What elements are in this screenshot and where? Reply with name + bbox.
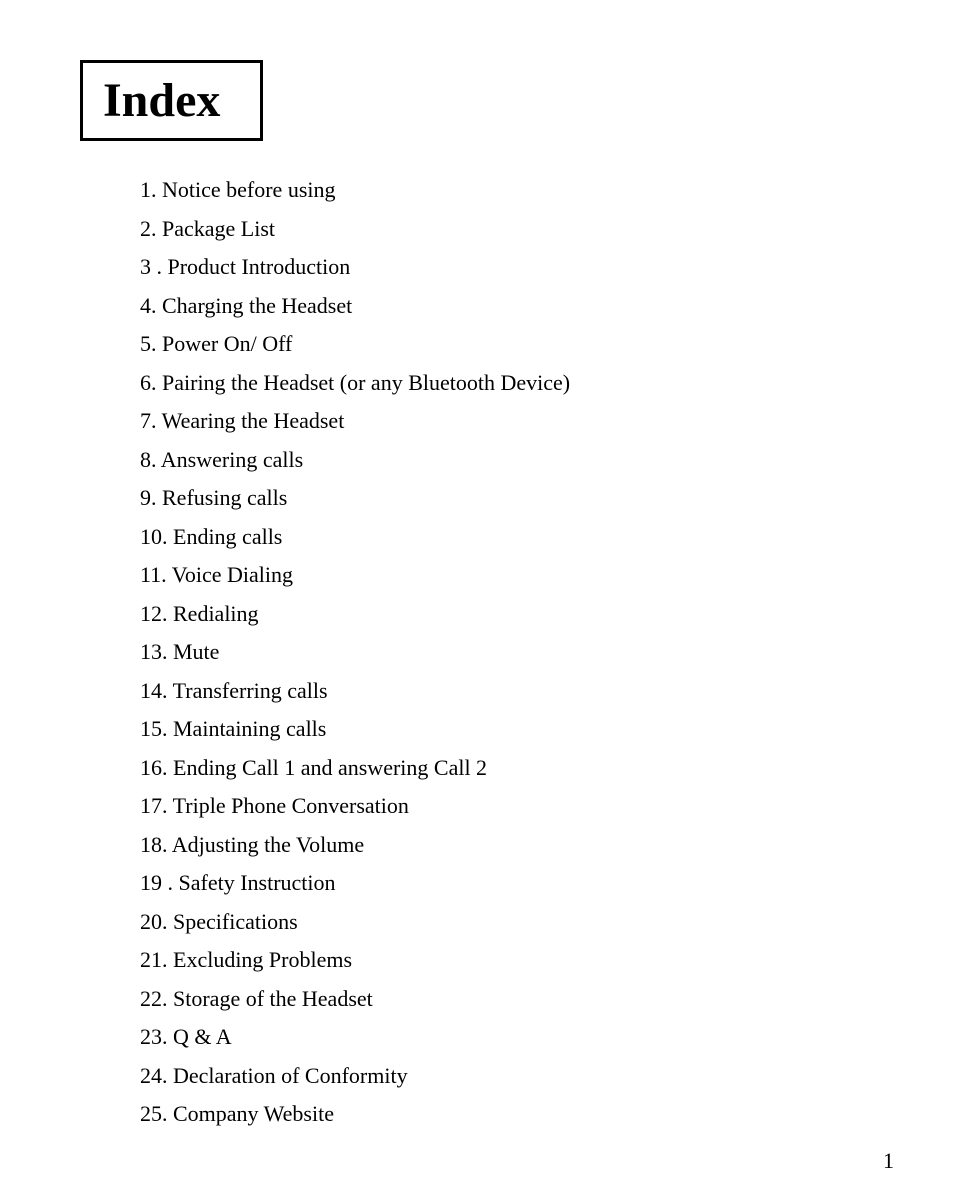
list-item: 22. Storage of the Headset <box>140 980 874 1019</box>
list-item: 10. Ending calls <box>140 518 874 557</box>
list-item: 14. Transferring calls <box>140 672 874 711</box>
list-item: 18. Adjusting the Volume <box>140 826 874 865</box>
list-item: 5. Power On/ Off <box>140 325 874 364</box>
list-item: 8. Answering calls <box>140 441 874 480</box>
list-item: 20. Specifications <box>140 903 874 942</box>
list-item: 25. Company Website <box>140 1095 874 1134</box>
page-container: Index 1. Notice before using2. Package L… <box>0 0 954 1204</box>
list-item: 24. Declaration of Conformity <box>140 1057 874 1096</box>
list-item: 1. Notice before using <box>140 171 874 210</box>
list-item: 7. Wearing the Headset <box>140 402 874 441</box>
list-item: 2. Package List <box>140 210 874 249</box>
list-item: 4. Charging the Headset <box>140 287 874 326</box>
list-item: 13. Mute <box>140 633 874 672</box>
list-item: 15. Maintaining calls <box>140 710 874 749</box>
title-box: Index <box>80 60 263 141</box>
list-item: 12. Redialing <box>140 595 874 634</box>
list-item: 6. Pairing the Headset (or any Bluetooth… <box>140 364 874 403</box>
list-item: 16. Ending Call 1 and answering Call 2 <box>140 749 874 788</box>
page-title: Index <box>103 74 220 127</box>
list-item: 11. Voice Dialing <box>140 556 874 595</box>
list-item: 21. Excluding Problems <box>140 941 874 980</box>
list-item: 3 . Product Introduction <box>140 248 874 287</box>
list-item: 23. Q & A <box>140 1018 874 1057</box>
page-number: 1 <box>883 1148 894 1174</box>
list-item: 9. Refusing calls <box>140 479 874 518</box>
index-list: 1. Notice before using2. Package List3 .… <box>140 171 874 1134</box>
list-item: 19 . Safety Instruction <box>140 864 874 903</box>
list-item: 17. Triple Phone Conversation <box>140 787 874 826</box>
